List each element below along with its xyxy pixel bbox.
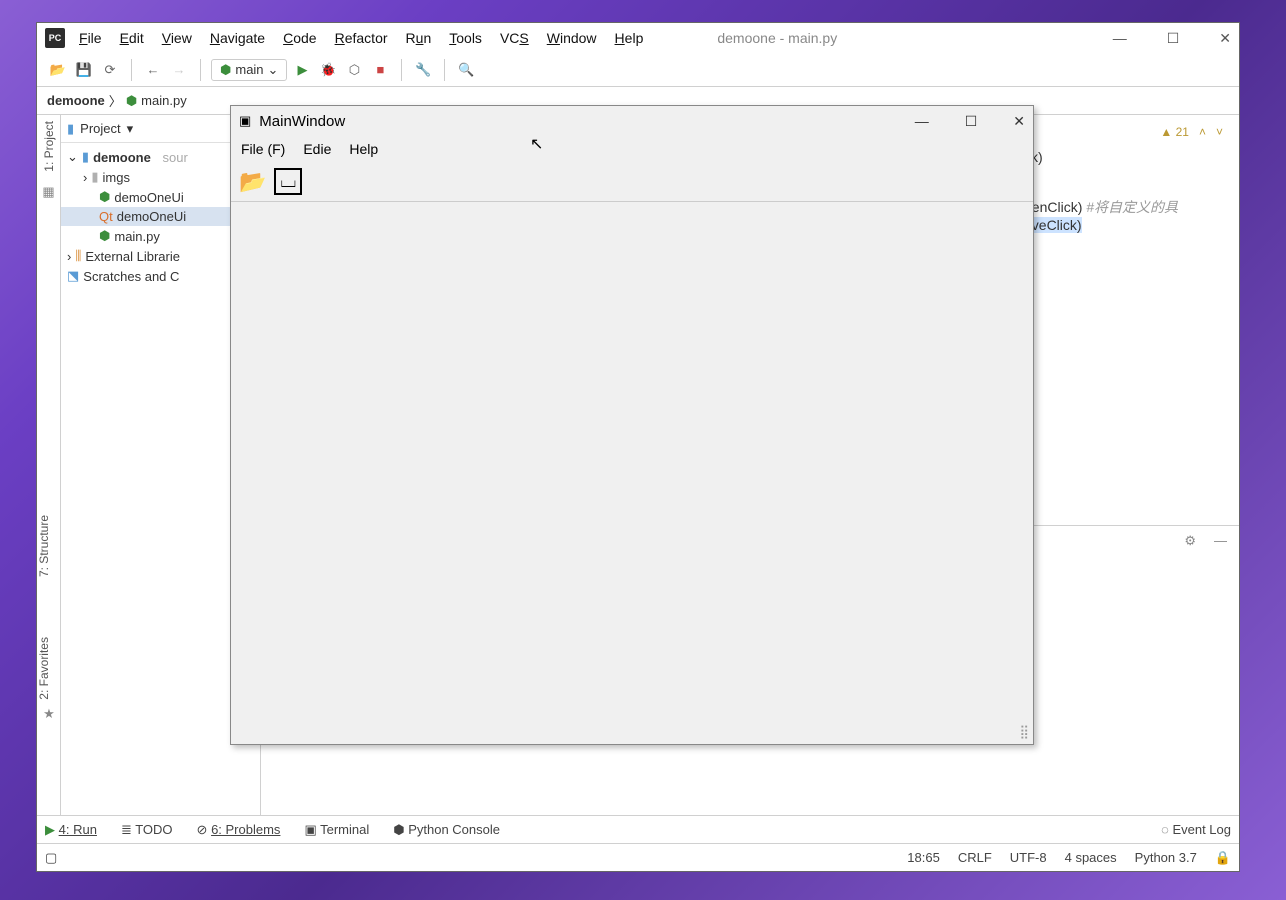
- menu-view[interactable]: View: [162, 30, 192, 46]
- main-menu: File Edit View Navigate Code Refactor Ru…: [79, 30, 643, 46]
- bottom-tool-tabs: ▶ 4: Run ≣ TODO ⊘ 6: Problems ▣ Terminal…: [37, 815, 1239, 843]
- resize-grip-icon[interactable]: ⣿: [231, 724, 1033, 744]
- tab-favorites[interactable]: 2: Favorites: [37, 637, 51, 700]
- coverage-icon[interactable]: ⬡: [343, 59, 365, 81]
- tab-python-console[interactable]: ⬢ Python Console: [393, 822, 500, 838]
- caret-position[interactable]: 18:65: [907, 850, 940, 866]
- menu-help[interactable]: Help: [615, 30, 644, 46]
- tab-problems[interactable]: ⊘ 6: Problems: [197, 822, 281, 838]
- menu-run[interactable]: Run: [406, 30, 432, 46]
- sync-icon[interactable]: ⟳: [99, 59, 121, 81]
- crumb-file[interactable]: main.py: [141, 93, 187, 108]
- qt-client-area: [231, 202, 1033, 724]
- hide-icon[interactable]: —: [1214, 533, 1227, 548]
- tab-structure[interactable]: 7: Structure: [37, 515, 51, 577]
- tab-project[interactable]: 1: Project: [42, 121, 56, 172]
- qt-title: MainWindow: [259, 113, 345, 130]
- close-icon[interactable]: ✕: [1219, 30, 1231, 47]
- chevron-down-icon: ⌄: [268, 62, 279, 78]
- menu-navigate[interactable]: Navigate: [210, 30, 265, 46]
- lock-icon[interactable]: 🔒: [1215, 850, 1231, 866]
- menu-refactor[interactable]: Refactor: [335, 30, 388, 46]
- qt-toolbar: 📂 ⌴: [231, 162, 1033, 202]
- menu-code[interactable]: Code: [283, 30, 316, 46]
- minimize-icon[interactable]: —: [1113, 30, 1127, 47]
- indent[interactable]: 4 spaces: [1065, 850, 1117, 866]
- qt-menu-edie[interactable]: Edie: [303, 141, 331, 157]
- tab-run[interactable]: ▶ 4: Run: [45, 822, 97, 838]
- titlebar: PC File Edit View Navigate Code Refactor…: [37, 23, 1239, 53]
- open-folder-icon[interactable]: 📂: [239, 169, 266, 195]
- menu-window[interactable]: Window: [547, 30, 597, 46]
- project-panel-title: Project: [80, 121, 120, 136]
- maximize-icon[interactable]: ☐: [965, 113, 978, 130]
- menu-file[interactable]: File: [79, 30, 102, 46]
- stop-icon[interactable]: ■: [369, 59, 391, 81]
- minimize-icon[interactable]: —: [915, 113, 929, 130]
- window-title: demoone - main.py: [717, 30, 837, 46]
- interpreter[interactable]: Python 3.7: [1135, 850, 1197, 866]
- qt-titlebar[interactable]: ▣ MainWindow — ☐ ✕: [231, 106, 1033, 136]
- menu-vcs[interactable]: VCS: [500, 30, 529, 46]
- open-icon[interactable]: 📂: [47, 59, 69, 81]
- qt-menu-help[interactable]: Help: [349, 141, 378, 157]
- back-icon[interactable]: ←: [142, 59, 164, 81]
- forward-icon[interactable]: →: [168, 59, 190, 81]
- folder-icon: ▮: [67, 121, 74, 137]
- wrench-icon[interactable]: 🔧: [412, 59, 434, 81]
- qt-app-icon: ▣: [239, 113, 251, 129]
- qt-menu: File (F) Edie Help: [231, 136, 1033, 162]
- menu-edit[interactable]: Edit: [120, 30, 144, 46]
- run-config-select[interactable]: ⬢ main ⌄: [211, 59, 287, 81]
- debug-icon[interactable]: 🐞: [317, 59, 339, 81]
- cursor-icon: ↖: [530, 134, 543, 154]
- run-icon[interactable]: ▶: [291, 59, 313, 81]
- run-config-label: main: [235, 62, 263, 77]
- gear-icon[interactable]: ⚙: [1184, 533, 1196, 549]
- qt-child-window[interactable]: ▣ MainWindow — ☐ ✕ File (F) Edie Help 📂 …: [230, 105, 1034, 745]
- tool-window-toggle-icon[interactable]: ▢: [45, 850, 57, 866]
- close-icon[interactable]: ✕: [1013, 113, 1025, 130]
- maximize-icon[interactable]: ☐: [1167, 30, 1180, 47]
- tab-terminal[interactable]: ▣ Terminal: [304, 822, 369, 838]
- statusbar: ▢ 18:65 CRLF UTF-8 4 spaces Python 3.7 🔒: [37, 843, 1239, 871]
- qt-menu-file[interactable]: File (F): [241, 141, 285, 157]
- code-fragment: aveClick): [1024, 217, 1239, 233]
- warnings-badge[interactable]: ▲ 21 ˄ ˅: [1160, 125, 1223, 139]
- search-icon[interactable]: 🔍: [455, 59, 477, 81]
- pycharm-logo-icon: PC: [45, 28, 65, 48]
- menu-tools[interactable]: Tools: [449, 30, 482, 46]
- code-fragment: penClick) #将自定义的具: [1024, 197, 1239, 217]
- event-log[interactable]: ◌ Event Log: [1161, 822, 1231, 837]
- code-fragment: ck): [1024, 149, 1239, 165]
- encoding[interactable]: UTF-8: [1010, 850, 1047, 866]
- crumb-root[interactable]: demoone: [47, 93, 105, 108]
- toolbar: 📂 💾 ⟳ ← → ⬢ main ⌄ ▶ 🐞 ⬡ ■ 🔧 🔍: [37, 53, 1239, 87]
- line-separator[interactable]: CRLF: [958, 850, 992, 866]
- save-floppy-icon[interactable]: ⌴: [274, 168, 302, 195]
- chevron-down-icon[interactable]: ▾: [127, 121, 134, 137]
- tab-todo[interactable]: ≣ TODO: [121, 822, 173, 838]
- left-strip-lower: 7: Structure 2: Favorites ★: [37, 515, 61, 722]
- save-icon[interactable]: 💾: [73, 59, 95, 81]
